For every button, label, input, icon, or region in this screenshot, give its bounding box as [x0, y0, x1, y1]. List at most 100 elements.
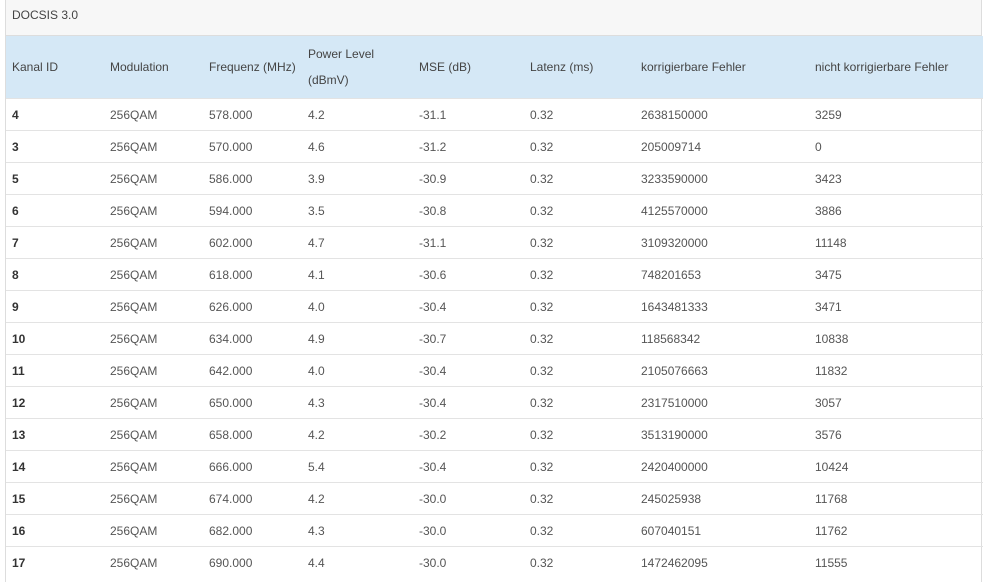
cell-correctable-errors: 3109320000 [635, 226, 809, 259]
cell-power-level: 4.3 [302, 386, 413, 419]
cell-power-level: 5.4 [302, 450, 413, 483]
cell-uncorrectable-errors: 3886 [809, 194, 983, 227]
cell-channel-id: 9 [6, 290, 104, 323]
cell-channel-id: 16 [6, 514, 104, 547]
table-row: 11 256QAM 642.000 4.0 -30.4 0.32 2105076663 118… [6, 354, 983, 387]
cell-mse: -30.0 [413, 546, 524, 578]
cell-correctable-errors: 748201653 [635, 258, 809, 291]
cell-frequency: 690.000 [203, 546, 302, 578]
cell-uncorrectable-errors: 11768 [809, 482, 983, 515]
cell-power-level: 3.9 [302, 162, 413, 195]
cell-correctable-errors: 3233590000 [635, 162, 809, 195]
docsis-panel: DOCSIS 3.0 Kanal ID Modulation Frequenz … [5, 0, 983, 582]
table-row: 9 256QAM 626.000 4.0 -30.4 0.32 1643481333 3471 [6, 290, 983, 323]
cell-correctable-errors: 2420400000 [635, 450, 809, 483]
cell-uncorrectable-errors: 10838 [809, 322, 983, 355]
cell-latency: 0.32 [524, 546, 635, 578]
cell-frequency: 666.000 [203, 450, 302, 483]
cell-correctable-errors: 2638150000 [635, 98, 809, 131]
cell-modulation: 256QAM [104, 386, 203, 419]
panel-title: DOCSIS 3.0 [6, 0, 981, 36]
cell-uncorrectable-errors: 3471 [809, 290, 983, 323]
cell-mse: -30.4 [413, 450, 524, 483]
cell-latency: 0.32 [524, 194, 635, 227]
cell-correctable-errors: 1643481333 [635, 290, 809, 323]
cell-modulation: 256QAM [104, 482, 203, 515]
cell-correctable-errors: 3513190000 [635, 418, 809, 451]
cell-correctable-errors: 1472462095 [635, 546, 809, 578]
cell-frequency: 626.000 [203, 290, 302, 323]
cell-frequency: 594.000 [203, 194, 302, 227]
cell-modulation: 256QAM [104, 354, 203, 387]
cell-uncorrectable-errors: 3259 [809, 98, 983, 131]
table-row: 13 256QAM 658.000 4.2 -30.2 0.32 3513190000 357… [6, 418, 983, 451]
cell-modulation: 256QAM [104, 162, 203, 195]
cell-channel-id: 13 [6, 418, 104, 451]
cell-latency: 0.32 [524, 450, 635, 483]
cell-frequency: 642.000 [203, 354, 302, 387]
cell-modulation: 256QAM [104, 546, 203, 578]
header-row: Kanal ID Modulation Frequenz (MHz) Power… [6, 36, 983, 99]
cell-power-level: 4.2 [302, 98, 413, 131]
cell-modulation: 256QAM [104, 98, 203, 131]
column-header-modulation: Modulation [110, 60, 169, 74]
cell-uncorrectable-errors: 11762 [809, 514, 983, 547]
cell-channel-id: 11 [6, 354, 104, 387]
cell-correctable-errors: 4125570000 [635, 194, 809, 227]
cell-frequency: 634.000 [203, 322, 302, 355]
cell-latency: 0.32 [524, 226, 635, 259]
column-header-mse: MSE (dB) [419, 60, 472, 74]
cell-modulation: 256QAM [104, 418, 203, 451]
cell-latency: 0.32 [524, 98, 635, 131]
cell-uncorrectable-errors: 0 [809, 130, 983, 163]
table-row: 5 256QAM 586.000 3.9 -30.9 0.32 3233590000 3423 [6, 162, 983, 195]
cell-modulation: 256QAM [104, 258, 203, 291]
column-header-channel-id: Kanal ID [12, 60, 59, 74]
cell-modulation: 256QAM [104, 514, 203, 547]
cell-correctable-errors: 245025938 [635, 482, 809, 515]
cell-power-level: 4.2 [302, 482, 413, 515]
cell-power-level: 4.1 [302, 258, 413, 291]
cell-mse: -30.0 [413, 514, 524, 547]
cell-latency: 0.32 [524, 130, 635, 163]
cell-mse: -30.2 [413, 418, 524, 451]
cell-frequency: 658.000 [203, 418, 302, 451]
cell-power-level: 4.6 [302, 130, 413, 163]
channel-table: Kanal ID Modulation Frequenz (MHz) Power… [6, 36, 983, 578]
cell-power-level: 4.0 [302, 290, 413, 323]
cell-latency: 0.32 [524, 354, 635, 387]
cell-mse: -31.2 [413, 130, 524, 163]
cell-modulation: 256QAM [104, 226, 203, 259]
table-body: 4 256QAM 578.000 4.2 -31.1 0.32 2638150000 3259… [6, 98, 983, 578]
table-row: 14 256QAM 666.000 5.4 -30.4 0.32 2420400000 104… [6, 450, 983, 483]
table-row: 6 256QAM 594.000 3.5 -30.8 0.32 4125570000 3886 [6, 194, 983, 227]
table-row: 10 256QAM 634.000 4.9 -30.7 0.32 118568342 1083… [6, 322, 983, 355]
table-row: 3 256QAM 570.000 4.6 -31.2 0.32 205009714 0 [6, 130, 983, 163]
cell-modulation: 256QAM [104, 130, 203, 163]
cell-mse: -30.9 [413, 162, 524, 195]
cell-modulation: 256QAM [104, 450, 203, 483]
cell-modulation: 256QAM [104, 290, 203, 323]
table-row: 12 256QAM 650.000 4.3 -30.4 0.32 2317510000 305… [6, 386, 983, 419]
cell-uncorrectable-errors: 11555 [809, 546, 983, 578]
cell-latency: 0.32 [524, 514, 635, 547]
cell-frequency: 682.000 [203, 514, 302, 547]
cell-frequency: 578.000 [203, 98, 302, 131]
cell-latency: 0.32 [524, 290, 635, 323]
cell-power-level: 4.7 [302, 226, 413, 259]
table-row: 15 256QAM 674.000 4.2 -30.0 0.32 245025938 1176… [6, 482, 983, 515]
cell-mse: -30.4 [413, 354, 524, 387]
cell-correctable-errors: 607040151 [635, 514, 809, 547]
cell-power-level: 4.2 [302, 418, 413, 451]
cell-uncorrectable-errors: 11832 [809, 354, 983, 387]
cell-power-level: 3.5 [302, 194, 413, 227]
column-header-correctable-errors: korrigierbare Fehler [641, 60, 746, 74]
table-row: 17 256QAM 690.000 4.4 -30.0 0.32 1472462095 115… [6, 546, 983, 578]
cell-mse: -30.4 [413, 290, 524, 323]
cell-frequency: 650.000 [203, 386, 302, 419]
cell-latency: 0.32 [524, 418, 635, 451]
cell-channel-id: 7 [6, 226, 104, 259]
cell-correctable-errors: 205009714 [635, 130, 809, 163]
cell-power-level: 4.9 [302, 322, 413, 355]
cell-mse: -30.7 [413, 322, 524, 355]
